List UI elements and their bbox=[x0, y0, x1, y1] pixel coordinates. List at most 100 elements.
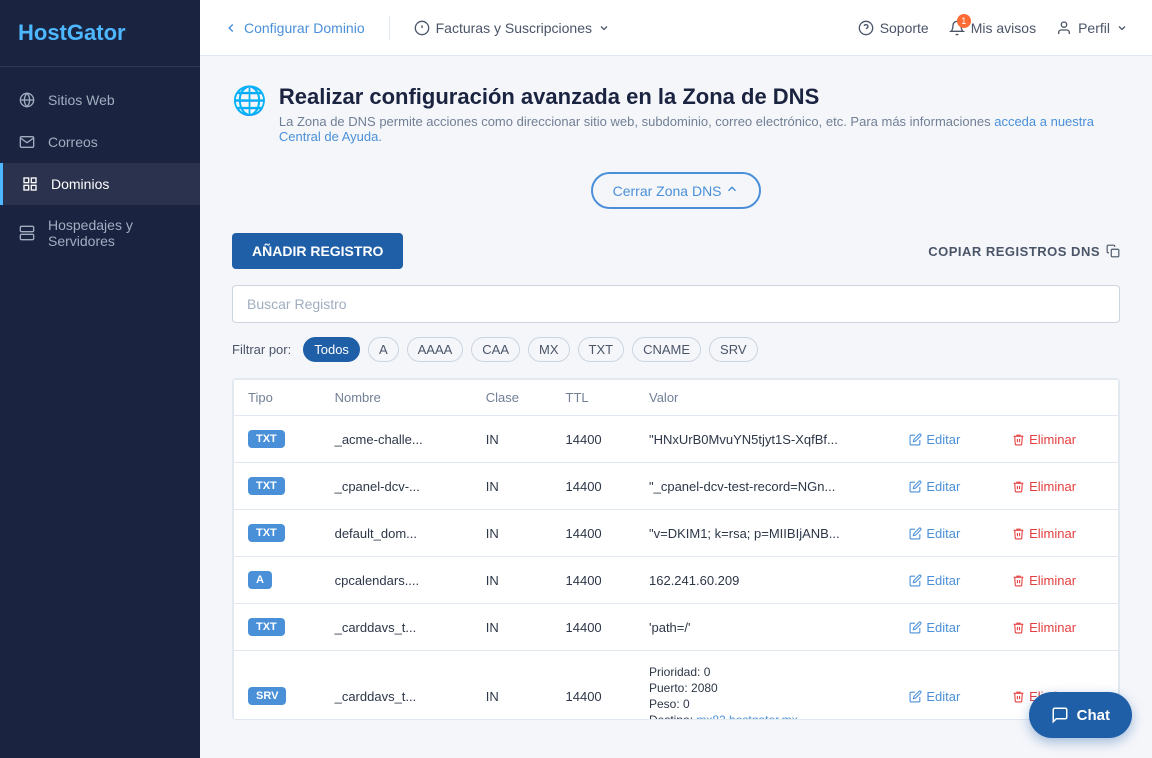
type-badge-txt: TXT bbox=[248, 618, 285, 636]
row-class: IN bbox=[472, 416, 552, 463]
profile-icon bbox=[1056, 20, 1072, 36]
pencil-icon bbox=[909, 574, 922, 587]
delete-button[interactable]: Eliminar bbox=[1012, 620, 1076, 635]
filter-aaaa[interactable]: AAAA bbox=[407, 337, 464, 362]
edit-button[interactable]: Editar bbox=[909, 526, 960, 541]
back-button[interactable]: Configurar Dominio bbox=[224, 20, 365, 36]
filter-srv[interactable]: SRV bbox=[709, 337, 758, 362]
table-row: TXT _carddavs_t... IN 14400 'path=/' Edi… bbox=[234, 604, 1119, 651]
col-nombre: Nombre bbox=[321, 380, 472, 416]
close-zone-button[interactable]: Cerrar Zona DNS bbox=[591, 172, 762, 209]
close-zone-container: Cerrar Zona DNS bbox=[232, 156, 1120, 233]
row-edit-cell: Editar bbox=[895, 510, 998, 557]
pencil-icon bbox=[909, 480, 922, 493]
edit-button[interactable]: Editar bbox=[909, 432, 960, 447]
row-delete-cell: Eliminar bbox=[998, 557, 1118, 604]
filter-caa[interactable]: CAA bbox=[471, 337, 520, 362]
chevron-down-billing-icon bbox=[598, 22, 610, 34]
filter-label: Filtrar por: bbox=[232, 342, 291, 357]
page-header-text: Realizar configuración avanzada en la Zo… bbox=[279, 84, 1120, 144]
edit-button[interactable]: Editar bbox=[909, 479, 960, 494]
sidebar: HostGator Sitios Web Correos Dominios bbox=[0, 0, 200, 758]
type-badge-txt: TXT bbox=[248, 430, 285, 448]
table-row: A cpcalendars.... IN 14400 162.241.60.20… bbox=[234, 557, 1119, 604]
delete-button[interactable]: Eliminar bbox=[1012, 573, 1076, 588]
row-type: TXT bbox=[234, 510, 321, 557]
chat-icon bbox=[1051, 706, 1069, 724]
billing-button[interactable]: Facturas y Suscripciones bbox=[414, 20, 610, 36]
row-type: TXT bbox=[234, 416, 321, 463]
search-input[interactable] bbox=[232, 285, 1120, 323]
row-class: IN bbox=[472, 604, 552, 651]
row-delete-cell: Eliminar bbox=[998, 416, 1118, 463]
edit-button[interactable]: Editar bbox=[909, 620, 960, 635]
trash-icon bbox=[1012, 574, 1025, 587]
row-type: SRV bbox=[234, 651, 321, 720]
logo-text1: Host bbox=[18, 20, 67, 45]
notifications-badge: 1 bbox=[957, 14, 971, 28]
srv-weight: Peso: 0 bbox=[649, 697, 881, 711]
topbar-divider bbox=[389, 16, 390, 40]
row-name: cpcalendars.... bbox=[321, 557, 472, 604]
row-class: IN bbox=[472, 557, 552, 604]
filter-cname[interactable]: CNAME bbox=[632, 337, 701, 362]
notifications-button[interactable]: 1 Mis avisos bbox=[949, 20, 1036, 36]
support-label: Soporte bbox=[880, 20, 929, 36]
type-badge-txt: TXT bbox=[248, 477, 285, 495]
row-name: _carddavs_t... bbox=[321, 604, 472, 651]
sidebar-label-correos: Correos bbox=[48, 134, 98, 150]
add-record-button[interactable]: AÑADIR REGISTRO bbox=[232, 233, 403, 269]
pencil-icon bbox=[909, 621, 922, 634]
chevron-up-icon bbox=[725, 182, 739, 196]
copy-dns-button[interactable]: COPIAR REGISTROS DNS bbox=[928, 244, 1120, 259]
col-actions1 bbox=[895, 380, 998, 416]
dns-actions: AÑADIR REGISTRO COPIAR REGISTROS DNS bbox=[232, 233, 1120, 269]
filter-txt[interactable]: TXT bbox=[578, 337, 625, 362]
edit-button[interactable]: Editar bbox=[909, 689, 960, 704]
sidebar-item-sitios-web[interactable]: Sitios Web bbox=[0, 79, 200, 121]
table-row: SRV _carddavs_t... IN 14400 Prioridad: 0… bbox=[234, 651, 1119, 720]
delete-button[interactable]: Eliminar bbox=[1012, 526, 1076, 541]
filter-todos[interactable]: Todos bbox=[303, 337, 360, 362]
delete-button[interactable]: Eliminar bbox=[1012, 432, 1076, 447]
sidebar-item-hospedajes[interactable]: Hospedajes y Servidores bbox=[0, 205, 200, 261]
srv-dest-link[interactable]: mx82.hostgator.mx bbox=[696, 713, 797, 719]
srv-port: Puerto: 2080 bbox=[649, 681, 881, 695]
row-ttl: 14400 bbox=[552, 510, 636, 557]
type-badge-txt: TXT bbox=[248, 524, 285, 542]
profile-button[interactable]: Perfil bbox=[1056, 20, 1128, 36]
delete-button[interactable]: Eliminar bbox=[1012, 479, 1076, 494]
row-name: _carddavs_t... bbox=[321, 651, 472, 720]
filter-a[interactable]: A bbox=[368, 337, 399, 362]
row-delete-cell: Eliminar bbox=[998, 604, 1118, 651]
filter-row: Filtrar por: Todos A AAAA CAA MX TXT CNA… bbox=[232, 337, 1120, 362]
col-valor: Valor bbox=[635, 380, 895, 416]
trash-icon bbox=[1012, 621, 1025, 634]
dns-table-scroll[interactable]: Tipo Nombre Clase TTL Valor TXT bbox=[233, 379, 1119, 719]
type-badge-srv: SRV bbox=[248, 687, 286, 705]
row-ttl: 14400 bbox=[552, 604, 636, 651]
table-row: TXT _acme-challe... IN 14400 "HNxUrB0Mvu… bbox=[234, 416, 1119, 463]
row-name: _cpanel-dcv-... bbox=[321, 463, 472, 510]
row-type: A bbox=[234, 557, 321, 604]
chat-button[interactable]: Chat bbox=[1029, 692, 1132, 738]
filter-mx[interactable]: MX bbox=[528, 337, 570, 362]
page-title: Realizar configuración avanzada en la Zo… bbox=[279, 84, 1120, 110]
sidebar-item-dominios[interactable]: Dominios bbox=[0, 163, 200, 205]
srv-dest: Destino: mx82.hostgator.mx bbox=[649, 713, 881, 719]
sidebar-nav: Sitios Web Correos Dominios Hospedajes y… bbox=[0, 67, 200, 273]
srv-priority: Prioridad: 0 bbox=[649, 665, 881, 679]
support-button[interactable]: Soporte bbox=[858, 20, 929, 36]
main-area: Configurar Dominio Facturas y Suscripcio… bbox=[200, 0, 1152, 758]
col-actions2 bbox=[998, 380, 1118, 416]
row-class: IN bbox=[472, 651, 552, 720]
row-type: TXT bbox=[234, 463, 321, 510]
row-name: _acme-challe... bbox=[321, 416, 472, 463]
row-ttl: 14400 bbox=[552, 416, 636, 463]
table-body: TXT _acme-challe... IN 14400 "HNxUrB0Mvu… bbox=[234, 416, 1119, 720]
sidebar-item-correos[interactable]: Correos bbox=[0, 121, 200, 163]
dns-icon: 🌐 bbox=[232, 84, 267, 117]
row-value-srv: Prioridad: 0 Puerto: 2080 Peso: 0 Destin… bbox=[635, 651, 895, 720]
edit-button[interactable]: Editar bbox=[909, 573, 960, 588]
logo: HostGator bbox=[0, 0, 200, 67]
